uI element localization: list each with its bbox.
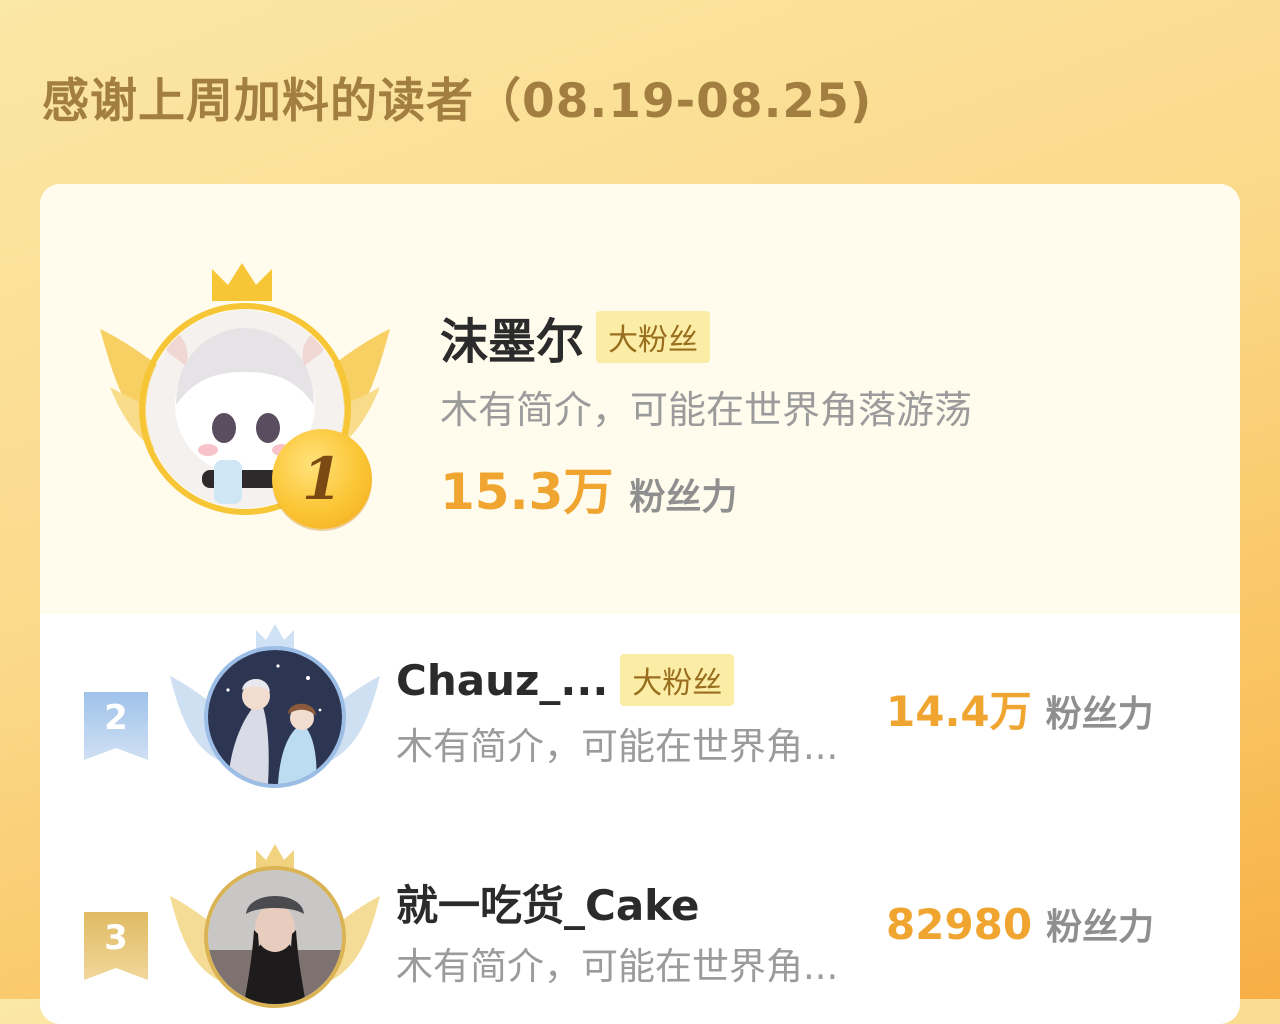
rank-2-intro: 木有简介，可能在世界角... — [396, 725, 839, 768]
first-place-fan-tag: 大粉丝 — [596, 311, 711, 363]
rank-2-avatar[interactable] — [204, 646, 346, 788]
first-place-intro: 木有简介，可能在世界角落游荡 — [440, 388, 973, 432]
rank-3-score-value: 82980 — [886, 900, 1033, 949]
silver-crown-wings-badge — [170, 624, 380, 814]
rank-2-fan-tag: 大粉丝 — [620, 654, 735, 706]
rank-2-score-value: 14.4万 — [886, 687, 1032, 736]
rank-3-score-unit: 粉丝力 — [1046, 907, 1155, 948]
rank-2-name-line: Chauz_... 大粉丝 — [396, 654, 735, 706]
rank-3-avatar[interactable] — [204, 866, 346, 1008]
first-place-score-unit: 粉丝力 — [629, 477, 738, 518]
rank-2-score-unit: 粉丝力 — [1045, 694, 1154, 735]
rank-2-score: 14.4万 粉丝力 — [886, 678, 1154, 739]
rank-3-flag: 3 — [84, 912, 148, 980]
rank-1-number: 1 — [301, 445, 343, 513]
rank-3-name-line: 就一吃货_Cake — [396, 872, 699, 933]
rank-2-flag: 2 — [84, 692, 148, 760]
leaderboard-panel: 1 沫墨尔 大粉丝 木有简介，可能在世界角落游荡 15.3万 粉丝力 2 Cha… — [40, 184, 1240, 1024]
first-place-card[interactable]: 1 沫墨尔 大粉丝 木有简介，可能在世界角落游荡 15.3万 粉丝力 — [40, 184, 1240, 614]
rank-1-medal: 1 — [272, 429, 372, 529]
rank-3-score: 82980 粉丝力 — [886, 898, 1154, 950]
rank-2-username[interactable]: Chauz_... — [396, 656, 608, 705]
rank-row-2[interactable]: 2 Chauz_... 大粉丝 木有简介，可能在世界角... 14.4万 粉丝力 — [40, 624, 1240, 824]
bronze-crown-wings-badge — [170, 844, 380, 1024]
rank-3-intro: 木有简介，可能在世界角... — [396, 945, 839, 988]
first-place-username[interactable]: 沫墨尔 — [440, 302, 584, 372]
rank-3-username[interactable]: 就一吃货_Cake — [396, 872, 699, 933]
rank-2-number: 2 — [104, 698, 128, 738]
first-place-score-value: 15.3万 — [440, 463, 614, 521]
first-place-name-line: 沫墨尔 大粉丝 — [440, 302, 711, 372]
first-place-score: 15.3万 粉丝力 — [440, 452, 737, 524]
rank-row-3[interactable]: 3 就一吃货_Cake 木有简介，可能在世界角... 82980 粉丝力 — [40, 844, 1240, 1024]
rank-3-number: 3 — [104, 918, 128, 958]
page-title: 感谢上周加料的读者（08.19-08.25) — [42, 74, 873, 129]
